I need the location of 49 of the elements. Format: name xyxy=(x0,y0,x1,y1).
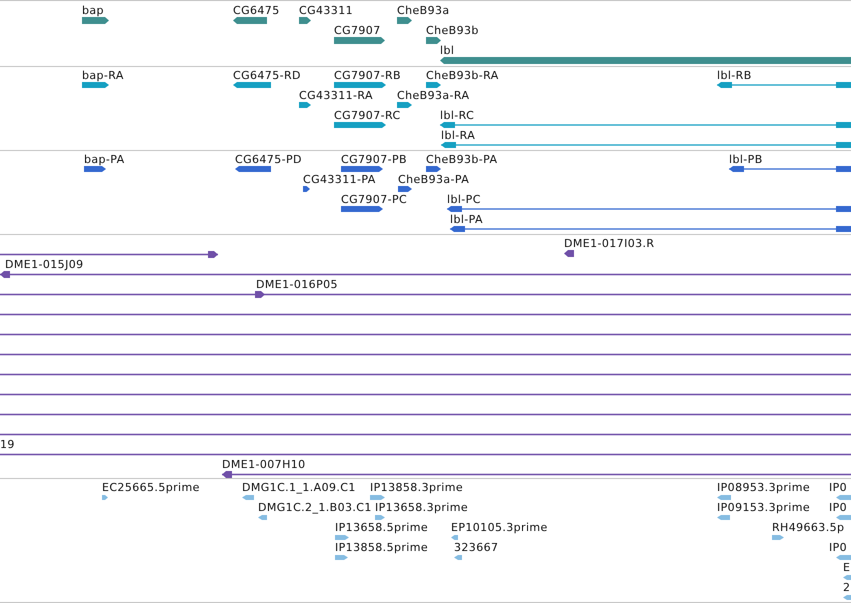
feature-label: IP0 xyxy=(829,481,848,494)
feature-label: CG43311-RA xyxy=(299,89,373,102)
feature-label: CG7907 xyxy=(334,24,381,37)
feature-label: DME1-015J09 xyxy=(5,258,84,271)
feature-label: IP13858.3prime xyxy=(370,481,464,494)
feature-label: CG7907-RC xyxy=(334,109,401,122)
feature-label: lbl-RB xyxy=(717,69,752,82)
feature-label: 19 xyxy=(0,438,15,451)
feature-label: bap-RA xyxy=(82,69,124,82)
feature-label: CheB93a-RA xyxy=(397,89,470,102)
feature-label: IP0 xyxy=(829,541,848,554)
feature-label: bap xyxy=(82,4,104,17)
feature-label: RH49663.5p xyxy=(772,521,844,534)
feature-label: lbl-RA xyxy=(441,129,476,142)
feature-label: DME1-017I03.R xyxy=(564,237,654,250)
feature-label: EP10105.3prime xyxy=(451,521,548,534)
feature-label: CG6475-RD xyxy=(233,69,301,82)
feature-label: CG43311-PA xyxy=(303,173,376,186)
feature-label: CheB93b xyxy=(426,24,479,37)
feature-label: lbl-PA xyxy=(450,213,483,226)
feature-label: CG7907-PC xyxy=(341,193,408,206)
feature-label: DMG1C.2_1.B03.C1 xyxy=(258,501,372,514)
feature-label: DME1-016P05 xyxy=(256,278,338,291)
feature-label: DME1-007H10 xyxy=(222,458,306,471)
feature-label: CheB93a xyxy=(397,4,450,17)
feature-label: bap-PA xyxy=(84,153,125,166)
feature-label: CG7907-PB xyxy=(341,153,407,166)
feature-label: DMG1C.1_1.A09.C1 xyxy=(242,481,356,494)
feature-label: 2 xyxy=(843,581,850,594)
feature-label: CheB93b-RA xyxy=(426,69,499,82)
feature-label: CG43311 xyxy=(299,4,353,17)
feature-label: IP0 xyxy=(829,501,848,514)
feature-label: IP13658.3prime xyxy=(375,501,468,514)
feature-label: IP13658.5prime xyxy=(335,521,428,534)
feature-label: lbl-PC xyxy=(447,193,481,206)
feature-label: E xyxy=(843,561,850,574)
feature-label: CG7907-RB xyxy=(334,69,401,82)
feature-label: 323667 xyxy=(454,541,498,554)
feature-label: IP09153.3prime xyxy=(717,501,810,514)
feature-label: EC25665.5prime xyxy=(102,481,200,494)
feature-label: CG6475 xyxy=(233,4,280,17)
feature-label: CG6475-PD xyxy=(235,153,302,166)
feature-label: lbl xyxy=(440,44,454,57)
feature-label: CheB93a-PA xyxy=(398,173,470,186)
feature-label: lbl-RC xyxy=(440,109,474,122)
feature-label: CheB93b-PA xyxy=(426,153,498,166)
feature-label: lbl-PB xyxy=(729,153,763,166)
feature-label: IP13858.5prime xyxy=(335,541,428,554)
feature-label: IP08953.3prime xyxy=(717,481,810,494)
